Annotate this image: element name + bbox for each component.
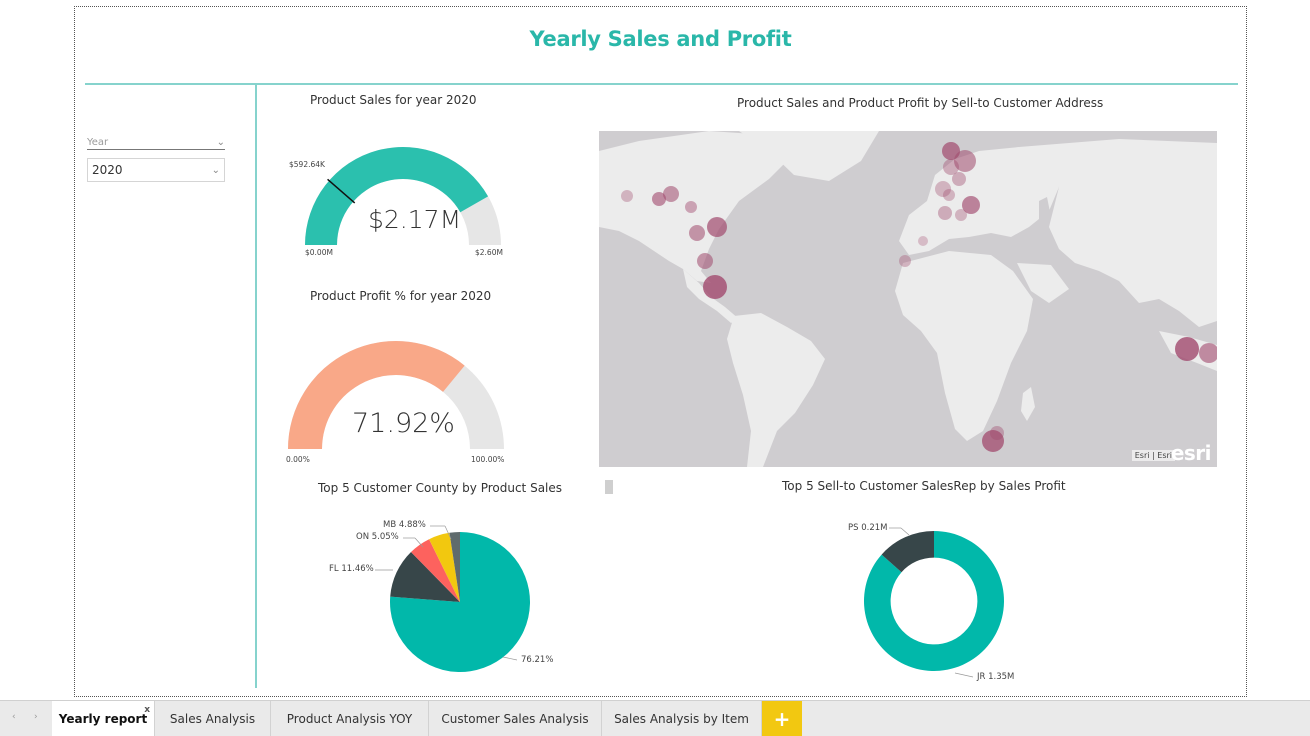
donut-label-ps: PS 0.21M bbox=[848, 523, 888, 533]
donut-label-jr: JR 1.35M bbox=[977, 672, 1015, 682]
map-attribution[interactable]: Esri | Esri bbox=[1131, 450, 1175, 461]
tab-label: Customer Sales Analysis bbox=[441, 712, 589, 726]
tab-sales-analysis[interactable]: Sales Analysis bbox=[155, 701, 271, 736]
tab-label: Yearly report bbox=[58, 712, 148, 726]
tab-label: Product Analysis YOY bbox=[286, 712, 413, 726]
tab-label: Sales Analysis bbox=[169, 712, 256, 726]
tab-yearly-report[interactable]: Yearly report x bbox=[52, 701, 155, 736]
map-bubble bbox=[1175, 337, 1199, 361]
add-page-button[interactable]: + bbox=[762, 701, 802, 736]
report-canvas: Yearly Sales and Profit Year ⌄ 2020 ⌄ Pr… bbox=[74, 6, 1247, 697]
tab-scroll-left-icon[interactable]: ‹ bbox=[12, 712, 16, 722]
tab-sales-analysis-by-item[interactable]: Sales Analysis by Item bbox=[602, 701, 762, 736]
tab-label: Sales Analysis by Item bbox=[614, 712, 749, 726]
tab-customer-sales-analysis[interactable]: Customer Sales Analysis bbox=[429, 701, 602, 736]
esri-logo: esri bbox=[1170, 441, 1212, 465]
tab-scroll-right-icon[interactable]: › bbox=[34, 712, 38, 722]
tab-product-analysis-yoy[interactable]: Product Analysis YOY bbox=[271, 701, 429, 736]
close-icon[interactable]: x bbox=[144, 705, 150, 715]
donut-leader-lines bbox=[889, 527, 974, 678]
page-tab-bar: ‹ › Yearly report x Sales Analysis Produ… bbox=[0, 700, 1310, 736]
